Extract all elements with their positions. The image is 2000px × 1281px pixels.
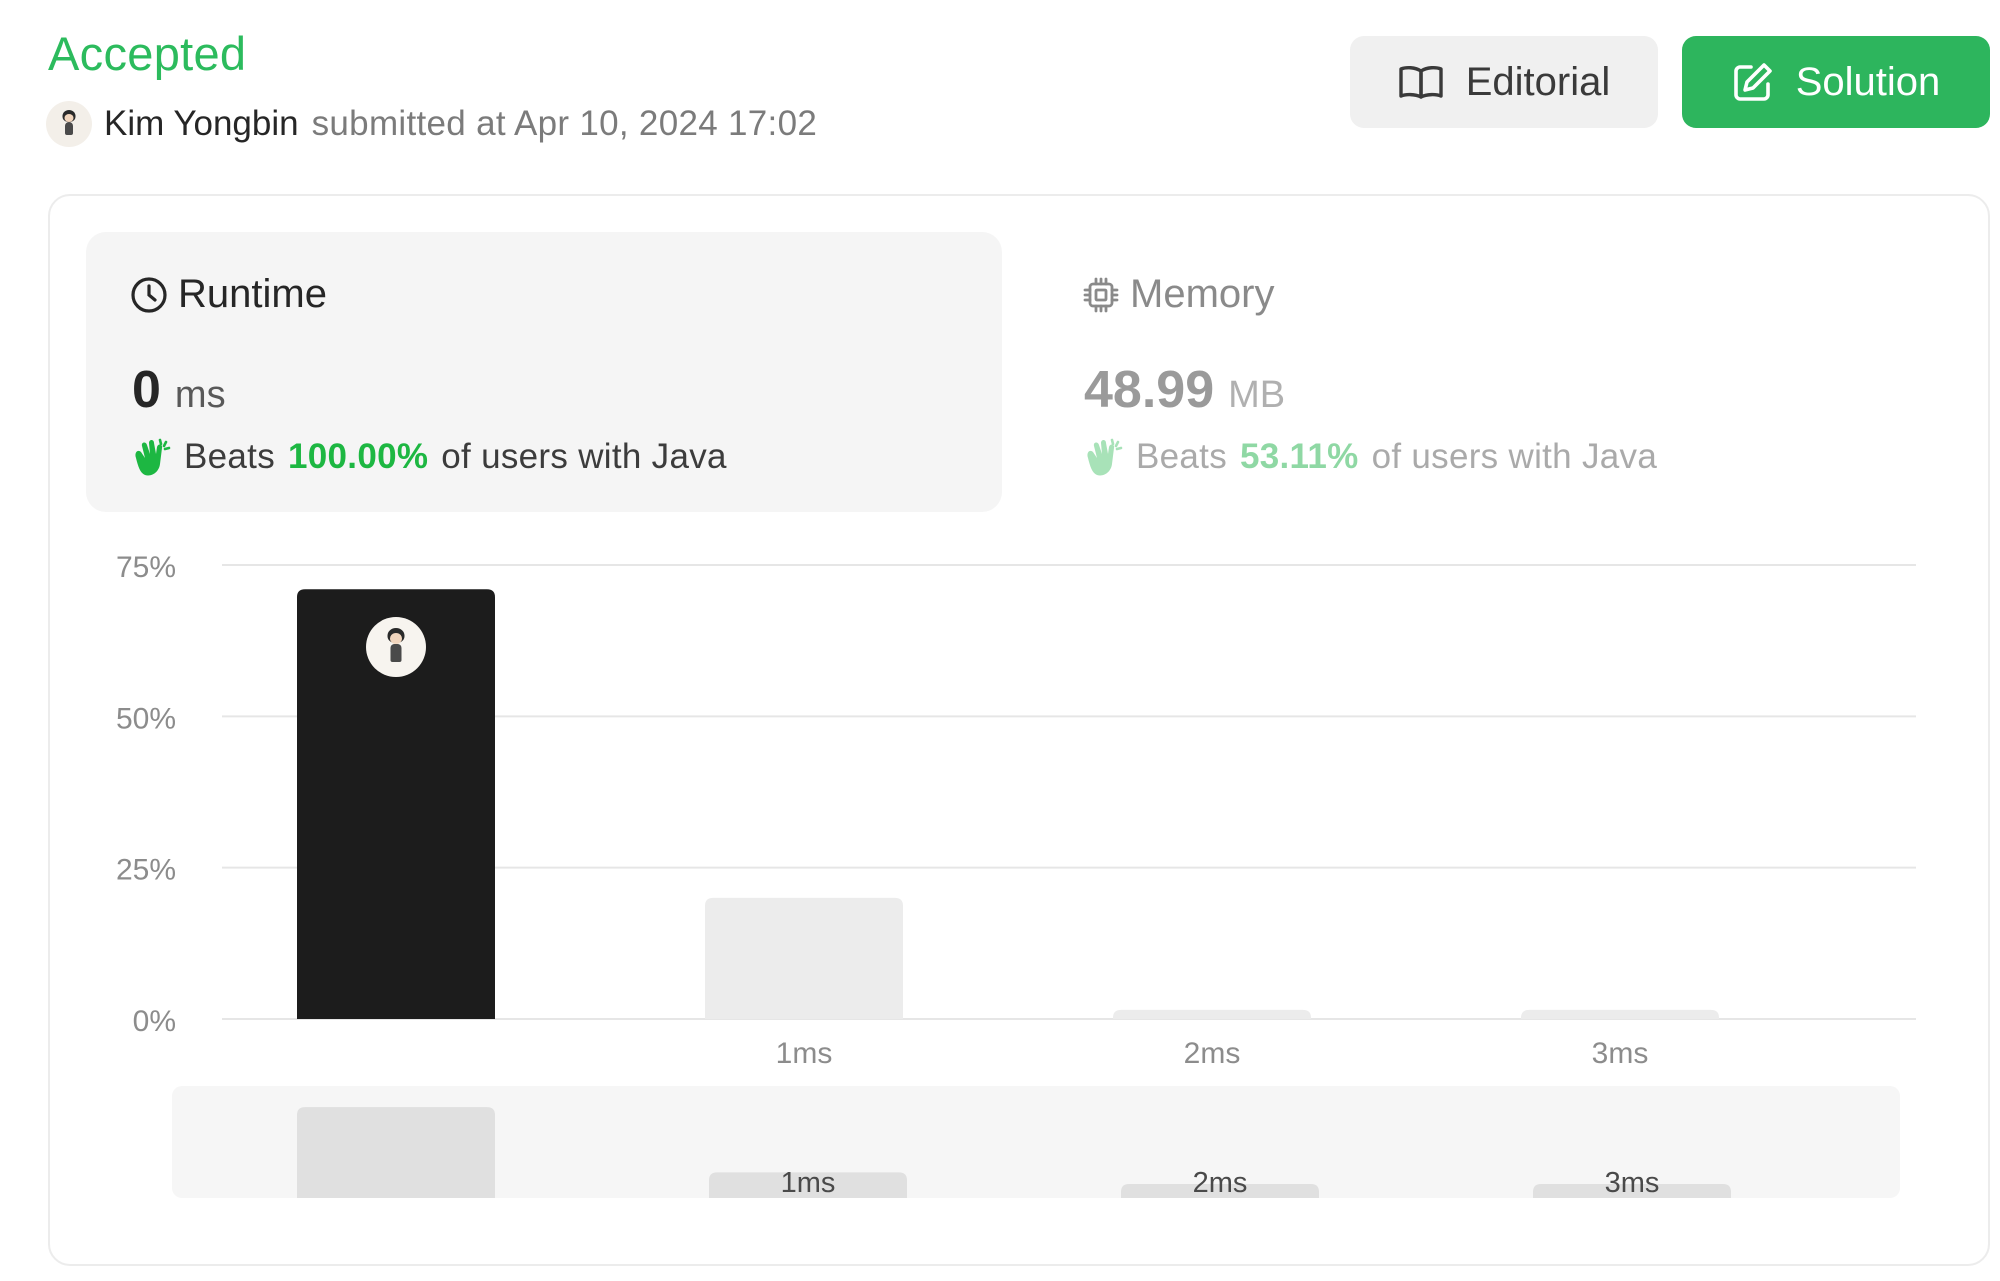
memory-beats-percent: 53.11% — [1240, 437, 1359, 476]
y-tick-label: 50% — [116, 702, 176, 735]
clapping-hands-icon — [135, 438, 171, 476]
overview-bar — [709, 1172, 907, 1198]
overview-bar — [1121, 1184, 1319, 1198]
runtime-beats-prefix: Beats — [184, 437, 275, 476]
runtime-label: Runtime — [178, 272, 327, 316]
x-tick-label: 1ms — [776, 1037, 833, 1070]
y-tick-label: 75% — [116, 551, 176, 584]
y-tick-label: 0% — [133, 1005, 176, 1038]
bar — [1521, 1009, 1719, 1019]
runtime-panel[interactable]: Runtime 0 ms Beats 100.00% of users with… — [86, 232, 1002, 512]
runtime-value: 0 — [132, 361, 161, 419]
overview-bar — [1533, 1184, 1731, 1198]
editorial-button[interactable]: Editorial — [1350, 36, 1658, 128]
memory-beats-suffix: of users with Java — [1371, 437, 1658, 476]
overview-tick-label: 1ms — [781, 1167, 836, 1199]
book-open-icon — [1399, 65, 1443, 99]
bar-selected — [297, 589, 495, 1019]
overview-strip — [172, 1086, 1900, 1198]
overview-bar — [297, 1107, 495, 1198]
memory-unit: MB — [1228, 374, 1286, 416]
overview-tick-label: 2ms — [1193, 1167, 1248, 1199]
memory-panel[interactable]: Memory 48.99 MB Beats 53.11% of users wi… — [1038, 232, 1938, 512]
solution-button[interactable]: Solution — [1682, 36, 1990, 128]
memory-value: 48.99 — [1084, 361, 1215, 419]
cpu-chip-icon — [1083, 277, 1119, 312]
user-name[interactable]: Kim Yongbin — [104, 104, 299, 144]
y-tick-label: 25% — [116, 854, 176, 887]
submitted-at-text: submitted at Apr 10, 2024 17:02 — [311, 104, 818, 143]
user-avatar-marker — [366, 617, 426, 678]
editorial-label: Editorial — [1465, 59, 1611, 104]
submitter-info: Kim Yongbin submitted at Apr 10, 2024 17… — [46, 100, 817, 148]
clapping-hands-icon — [1087, 438, 1123, 476]
runtime-beats-suffix: of users with Java — [441, 437, 727, 476]
submission-detail-card: Runtime 0 ms Beats 100.00% of users with… — [48, 194, 1990, 1266]
memory-label: Memory — [1130, 272, 1275, 316]
memory-beats-prefix: Beats — [1136, 437, 1227, 476]
x-tick-label: 3ms — [1592, 1037, 1649, 1070]
bar — [705, 897, 903, 1019]
runtime-unit: ms — [174, 374, 226, 416]
edit-icon — [1733, 63, 1772, 101]
submission-status: Accepted — [48, 27, 247, 80]
runtime-beats-percent: 100.00% — [288, 437, 429, 476]
overview-tick-label: 3ms — [1605, 1167, 1660, 1199]
clock-icon — [131, 276, 167, 313]
user-avatar[interactable] — [46, 101, 92, 147]
solution-label: Solution — [1795, 59, 1941, 104]
x-tick-label: 2ms — [1184, 1037, 1241, 1070]
bar — [1113, 1009, 1311, 1019]
